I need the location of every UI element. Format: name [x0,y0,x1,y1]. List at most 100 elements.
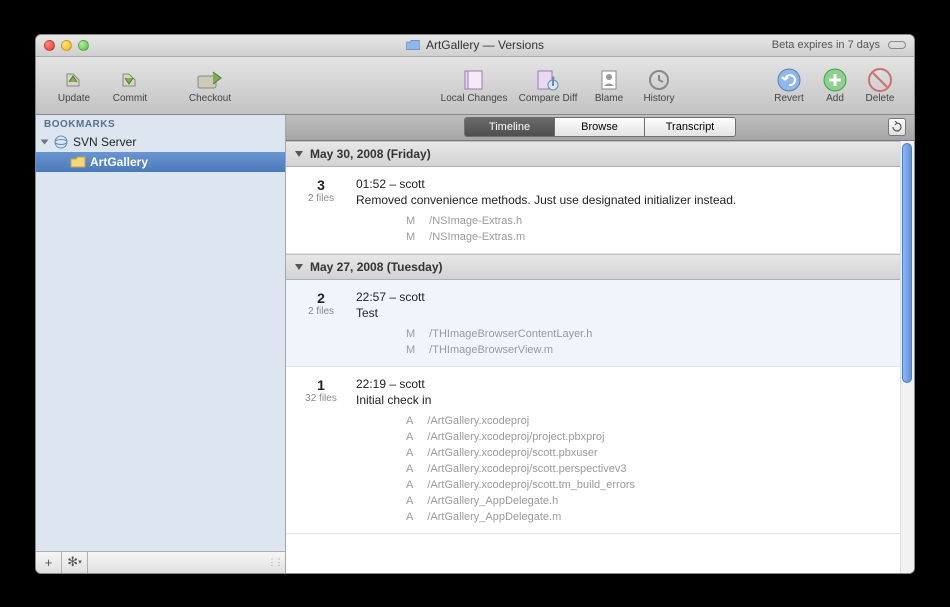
titlebar: ArtGallery — Versions Beta expires in 7 … [36,35,914,57]
file-entry[interactable]: A/ArtGallery_AppDelegate.m [406,509,894,525]
file-entry[interactable]: A/ArtGallery.xcodeproj/project.pbxproj [406,429,894,445]
disclosure-triangle-icon[interactable] [295,151,303,157]
file-path: /THImageBrowserContentLayer.h [429,326,592,342]
file-count: 32 files [286,393,356,404]
revert-button[interactable]: Revert [764,59,814,111]
file-status: M [406,213,415,229]
disclosure-triangle-icon[interactable] [41,139,49,144]
tab-transcript[interactable]: Transcript [645,118,735,136]
add-button[interactable]: Add [814,59,856,111]
commit-row[interactable]: 132 files22:19 – scottInitial check inA/… [286,367,914,534]
file-path: /NSImage-Extras.h [429,213,522,229]
revision-number: 2 [286,290,356,306]
file-status: A [406,445,413,461]
commit-meta: 22:57 – scott [356,290,894,304]
file-count: 2 files [286,306,356,317]
tab-timeline[interactable]: Timeline [465,118,555,136]
scrollbar-thumb[interactable] [902,143,912,383]
file-entry[interactable]: A/ArtGallery.xcodeproj/scott.tm_build_er… [406,477,894,493]
action-menu-button[interactable]: ✻▾ [62,552,88,573]
commit-row[interactable]: 22 files22:57 – scott Test M/THImageBrowse… [286,280,914,367]
file-entry[interactable]: M/THImageBrowserContentLayer.h [406,326,894,342]
add-icon [820,67,850,93]
file-status: M [406,229,415,245]
tab-browse[interactable]: Browse [555,118,645,136]
file-entry[interactable]: M/THImageBrowserView.m [406,342,894,358]
sidebar-item-server[interactable]: SVN Server [36,132,285,152]
add-bookmark-button[interactable]: + [36,552,62,573]
beta-notice: Beta expires in 7 days [772,39,906,51]
delete-icon [865,67,895,93]
commit-meta: 01:52 – scott [356,177,894,191]
revision-number: 1 [286,377,356,393]
file-entry[interactable]: A/ArtGallery.xcodeproj [406,413,894,429]
compare-diff-button[interactable]: Compare Diff [512,59,584,111]
commit-meta: 22:19 – scott [356,377,894,391]
folder-icon [70,155,86,168]
file-path: /ArtGallery.xcodeproj/project.pbxproj [427,429,604,445]
local-changes-icon [459,67,489,93]
day-label: May 30, 2008 (Friday) [310,147,431,161]
checkout-icon [195,67,225,93]
scrollbar[interactable] [900,141,914,573]
zoom-window-button[interactable] [78,40,89,51]
update-button[interactable]: Update [46,59,102,111]
file-entry[interactable]: A/ArtGallery.xcodeproj/scott.pbxuser [406,445,894,461]
compare-diff-icon [533,67,563,93]
day-header[interactable]: May 27, 2008 (Tuesday) [286,254,914,280]
file-path: /ArtGallery.xcodeproj/scott.perspectivev… [427,461,626,477]
toolbar-pill-button[interactable] [888,41,906,49]
file-entry[interactable]: A/ArtGallery.xcodeproj/scott.perspective… [406,461,894,477]
commit-button[interactable]: Commit [102,59,158,111]
toolbar: Update Commit Checkout Local Changes Com… [36,57,914,115]
file-list: M/THImageBrowserContentLayer.hM/THImageB… [356,326,894,358]
file-list: M/NSImage-Extras.hM/NSImage-Extras.m [356,213,894,245]
delete-button[interactable]: Delete [856,59,904,111]
local-changes-button[interactable]: Local Changes [436,59,512,111]
file-entry[interactable]: M/NSImage-Extras.m [406,229,894,245]
minimize-window-button[interactable] [61,40,72,51]
file-entry[interactable]: M/NSImage-Extras.h [406,213,894,229]
sidebar-item-artgallery[interactable]: ArtGallery [36,152,285,172]
sidebar-item-label: ArtGallery [90,155,148,169]
sidebar: BOOKMARKS SVN Server ArtGallery + ✻▾ ⋮⋮⋮ [36,115,286,573]
refresh-button[interactable] [888,118,906,136]
sidebar-footer: + ✻▾ ⋮⋮⋮ [36,551,285,573]
server-icon [53,135,69,149]
sidebar-header: BOOKMARKS [36,115,285,132]
window-controls [44,40,89,51]
timeline-content[interactable]: May 30, 2008 (Friday)32 files01:52 – sco… [286,141,914,573]
folder-icon [406,39,420,51]
file-entry[interactable]: A/ArtGallery_AppDelegate.h [406,493,894,509]
commit-row[interactable]: 32 files01:52 – scott Removed convenience… [286,167,914,254]
sidebar-resize-handle[interactable]: ⋮⋮⋮ [271,552,285,573]
file-path: /ArtGallery_AppDelegate.m [427,509,561,525]
file-path: /NSImage-Extras.m [429,229,525,245]
file-status: A [406,461,413,477]
day-label: May 27, 2008 (Tuesday) [310,260,443,274]
file-status: M [406,326,415,342]
checkout-button[interactable]: Checkout [178,59,242,111]
history-button[interactable]: History [634,59,684,111]
sidebar-item-label: SVN Server [73,135,136,149]
day-header[interactable]: May 30, 2008 (Friday) [286,141,914,167]
revision-number: 3 [286,177,356,193]
disclosure-triangle-icon[interactable] [295,264,303,270]
file-path: /THImageBrowserView.m [429,342,553,358]
file-path: /ArtGallery.xcodeproj/scott.tm_build_err… [427,477,635,493]
file-path: /ArtGallery_AppDelegate.h [427,493,558,509]
blame-button[interactable]: Blame [584,59,634,111]
file-path: /ArtGallery.xcodeproj [427,413,529,429]
file-status: M [406,342,415,358]
file-list: A/ArtGallery.xcodeprojA/ArtGallery.xcode… [356,413,894,525]
file-status: A [406,493,413,509]
commit-message: Initial check in [356,393,894,407]
commit-icon [115,67,145,93]
revert-icon [774,67,804,93]
main-panel: Timeline Browse Transcript May 30, 2008 … [286,115,914,573]
commit-message: Removed convenience methods. Just use de… [356,193,894,207]
view-tabbar: Timeline Browse Transcript [286,115,914,141]
close-window-button[interactable] [44,40,55,51]
commit-message: Test [356,306,894,320]
file-count: 2 files [286,193,356,204]
